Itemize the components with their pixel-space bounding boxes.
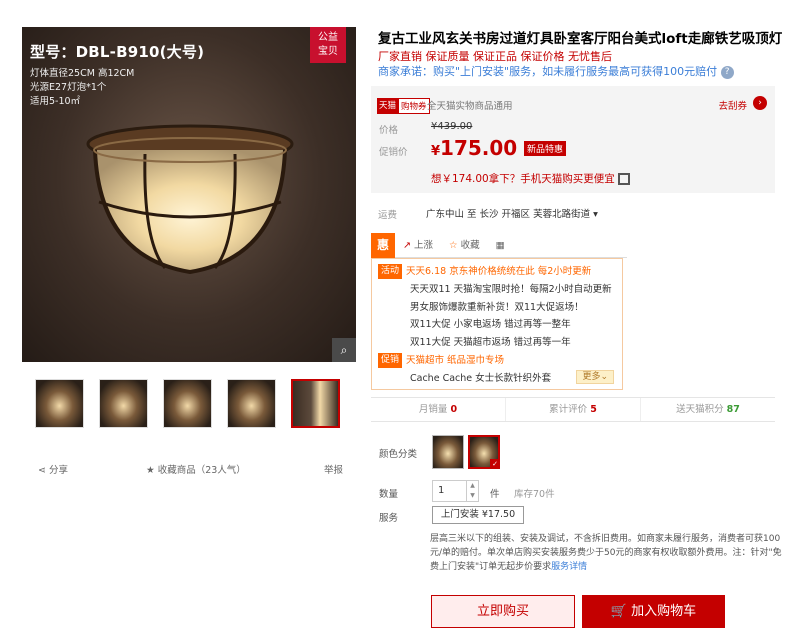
color-swatch[interactable]	[432, 435, 464, 469]
thumbnail-strip	[35, 379, 340, 428]
promo-row[interactable]: 男女服饰爆款重新补货！双11大促返场！	[378, 299, 616, 317]
chevron-right-icon[interactable]: ›	[753, 96, 767, 110]
stock-count: 库存70件	[514, 489, 555, 500]
qr-tab[interactable]: ▦	[488, 233, 513, 258]
trend-up-icon: ↗	[403, 240, 414, 251]
share-icon: ⋖	[38, 465, 49, 476]
scratch-coupon-link[interactable]: 去刮券	[718, 98, 747, 112]
quantity-stepper[interactable]: ▲ ▼	[467, 480, 479, 502]
model-label: 型号：DBL-B910(大号)	[30, 43, 205, 61]
favorite-tab[interactable]: ☆ 收藏	[441, 233, 488, 258]
price-box: 天猫 购物券 全天猫实物商品通用 去刮券 › 价格 ¥439.00 促销价 ¥17…	[371, 86, 775, 193]
promo-row[interactable]: 活动 天天6.18 京东神价格统统在此 每2小时更新	[378, 263, 616, 281]
qr-code-icon: ▦	[495, 240, 505, 251]
product-subtitle: 厂家直销 保证质量 保证正品 保证价格 无忧售后	[378, 50, 612, 63]
promo-price-label: 促销价	[379, 147, 408, 158]
main-product-image[interactable]: 型号：DBL-B910(大号) 灯体直径25CM 高12CM 光源E27灯泡*1…	[22, 27, 356, 362]
help-icon[interactable]: ?	[720, 65, 734, 79]
installation-service-option[interactable]: 上门安装 ¥17.50	[432, 506, 524, 524]
spec-line: 灯体直径25CM 高12CM	[30, 68, 135, 79]
favorite-button[interactable]: ★ 收藏商品（23人气）	[146, 462, 246, 476]
spec-line: 光源E27灯泡*1个	[30, 82, 107, 93]
add-to-cart-button[interactable]: 🛒 加入购物车	[582, 595, 725, 628]
star-outline-icon: ☆	[449, 240, 461, 251]
thumbnail[interactable]	[227, 379, 276, 428]
promo-row[interactable]: 天天双11 天猫淘宝限时抢！每隔2小时自动更新	[378, 281, 616, 299]
star-icon: ★	[146, 465, 158, 476]
report-link[interactable]: 举报	[324, 462, 343, 476]
price-label: 价格	[379, 125, 399, 136]
quantity-label: 数量	[379, 489, 399, 500]
qr-code-icon	[617, 173, 630, 185]
promo-tag: 促销	[378, 352, 403, 368]
thumbnail[interactable]	[163, 379, 212, 428]
quantity-input[interactable]: 1	[432, 480, 467, 502]
quantity-unit: 件	[490, 489, 500, 500]
thumbnail[interactable]	[35, 379, 84, 428]
tmall-points: 送天猫积分 87	[676, 404, 740, 415]
price-up-tab[interactable]: ↗ 上涨	[395, 233, 441, 258]
service-label: 服务	[379, 513, 399, 524]
tmall-coupon-tag: 天猫 购物券	[377, 98, 430, 114]
shipping-label: 运费	[378, 210, 398, 221]
ceiling-lamp-illustration	[86, 124, 294, 275]
shipping-destination[interactable]: 广东中山 至 长沙 开福区 芙蓉北路街道 ▾	[426, 206, 598, 220]
promo-row[interactable]: 双11大促 小家电返场 错过再等一整年	[378, 316, 616, 334]
magnifier-icon[interactable]: ⌕	[332, 338, 356, 362]
original-price: ¥439.00	[431, 121, 473, 132]
share-row: ⋖ 分享 ★ 收藏商品（23人气） 举报	[38, 462, 343, 476]
cart-icon: 🛒	[610, 604, 632, 619]
promotions-panel: 活动 天天6.18 京东神价格统统在此 每2小时更新 天天双11 天猫淘宝限时抢！…	[371, 258, 623, 390]
more-button[interactable]: 更多⌄	[576, 370, 614, 384]
sales-stats: 月销量 0 累计评价 5 送天猫积分 87	[371, 397, 775, 422]
merchant-promise: 商家承诺：购买"上门安装"服务，如未履行服务最高可获得100元赔付 ?	[378, 63, 734, 79]
product-title: 复古工业风玄关书房过道灯具卧室客厅阳台美式loft走廊铁艺吸顶灯	[378, 31, 783, 47]
review-count[interactable]: 累计评价 5	[506, 398, 641, 421]
sale-tag: 新品特惠	[524, 141, 567, 156]
coupon-text: 全天猫实物商品通用	[427, 101, 513, 112]
activity-tag: 活动	[378, 264, 403, 279]
hui-tab[interactable]: 惠	[371, 233, 396, 258]
spec-line: 适用5-10㎡	[30, 96, 81, 107]
buy-now-button[interactable]: 立即购买	[431, 595, 575, 628]
promo-row[interactable]: 促销 天猫超市 纸品湿巾专场	[378, 352, 616, 370]
promo-price: ¥175.00	[431, 136, 518, 160]
promo-row[interactable]: 双11大促 天猫超市返场 错过再等一年	[378, 334, 616, 352]
share-button[interactable]: ⋖ 分享	[38, 462, 68, 476]
service-details-link[interactable]: 服务详情	[551, 562, 587, 572]
checkmark-icon: ✓	[490, 459, 500, 469]
color-swatch-selected[interactable]: ✓	[468, 435, 500, 469]
thumbnail-selected[interactable]	[291, 379, 340, 428]
tool-tabs: 惠 ↗ 上涨 ☆ 收藏 ▦	[371, 233, 627, 258]
monthly-sales: 月销量 0	[371, 398, 506, 421]
color-label: 颜色分类	[379, 449, 418, 460]
app-price-hint[interactable]: 想￥174.00拿下？手机天猫购买更便宜	[431, 171, 630, 186]
thumbnail[interactable]	[99, 379, 148, 428]
charity-badge: 公益 宝贝	[310, 27, 346, 63]
service-description: 层高三米以下的组装、安装及调试，不含拆旧费用。如商家未履行服务，消费者可获100…	[430, 534, 782, 572]
